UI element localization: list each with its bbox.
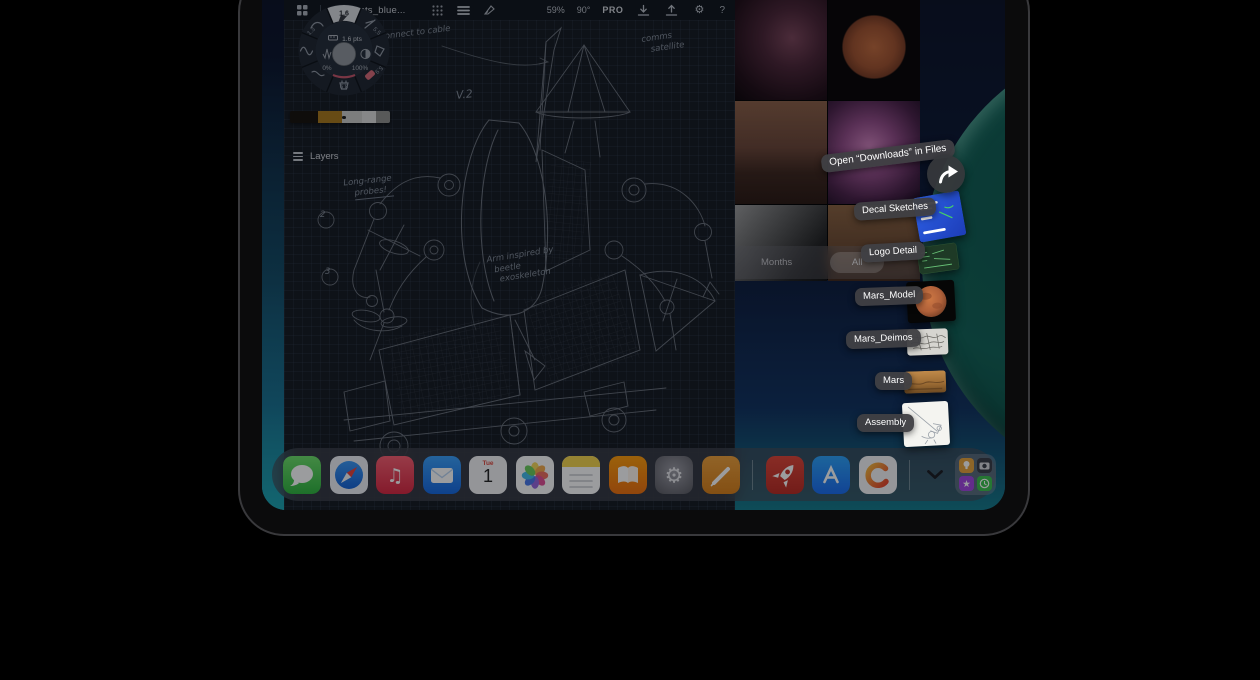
forward-arrow-icon bbox=[935, 163, 958, 186]
drag-label-mars[interactable]: Mars bbox=[875, 372, 912, 390]
stage: Concepts_blue... 59% 90° PRO bbox=[0, 0, 1260, 680]
drag-label-assembly[interactable]: Assembly bbox=[857, 414, 914, 432]
drag-label-mars-model[interactable]: Mars_Model bbox=[855, 286, 924, 306]
drag-label-mars-deimos[interactable]: Mars_Deimos bbox=[846, 329, 921, 349]
share-forward-button[interactable] bbox=[927, 155, 965, 193]
drag-label-logo-detail[interactable]: Logo Detail bbox=[861, 241, 926, 262]
ipad-screen: Concepts_blue... 59% 90° PRO bbox=[262, 0, 1005, 510]
